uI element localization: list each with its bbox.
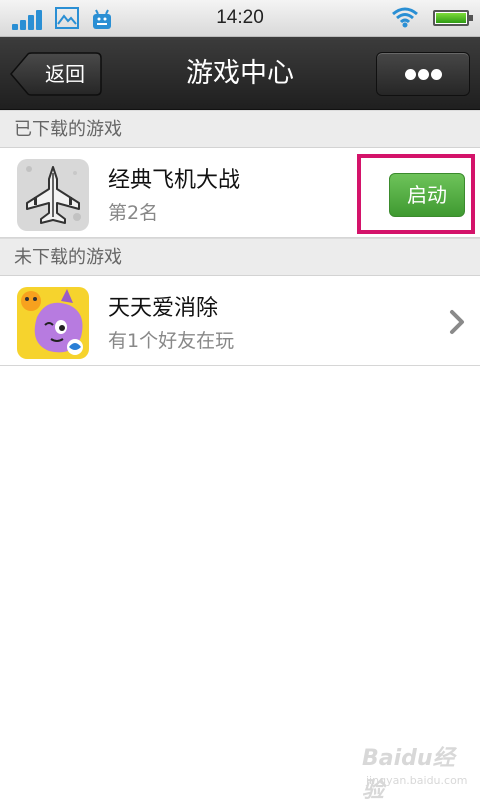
watermark-brand: Baidu经验 (362, 746, 455, 800)
section-header-not-downloaded: 未下载的游戏 (0, 238, 480, 276)
watermark: Baidu经验 jingyan.baidu.com (362, 740, 472, 800)
nav-bar: 返回 游戏中心 (0, 37, 480, 110)
match-game-icon (17, 287, 89, 359)
back-button[interactable]: 返回 (10, 52, 102, 96)
friends-playing-text: 有1个好友在玩 (108, 330, 235, 352)
more-dots-icon (405, 69, 443, 81)
watermark-url: jingyan.baidu.com (366, 774, 468, 787)
game-name: 经典飞机大战 (108, 168, 241, 193)
more-button[interactable] (376, 52, 470, 96)
battery-icon (433, 10, 473, 26)
game-name: 天天爱消除 (108, 296, 219, 321)
page-title: 游戏中心 (186, 58, 294, 89)
status-bar: 14:20 (0, 0, 480, 37)
back-button-label: 返回 (45, 62, 85, 86)
chevron-right-icon (450, 310, 464, 334)
wifi-icon (392, 7, 418, 28)
game-row-plane[interactable]: 经典飞机大战 第2名 启动 (0, 148, 480, 238)
game-row-match[interactable]: 天天爱消除 有1个好友在玩 (0, 276, 480, 366)
plane-game-icon (17, 159, 89, 231)
launch-button[interactable]: 启动 (389, 173, 465, 217)
section-header-downloaded: 已下载的游戏 (0, 110, 480, 148)
game-rank: 第2名 (108, 202, 159, 224)
